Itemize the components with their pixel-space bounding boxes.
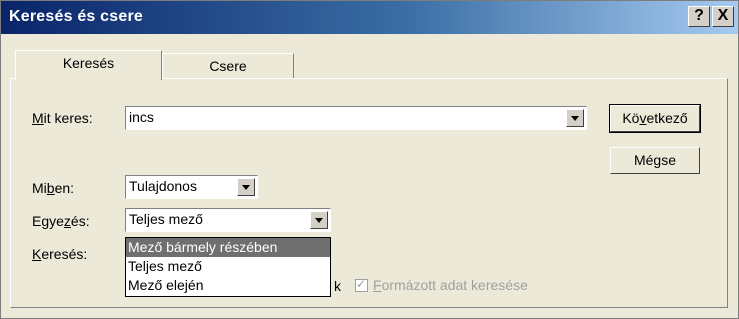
close-button[interactable]: X (712, 6, 734, 27)
find-input[interactable]: incs (125, 106, 587, 130)
dialog-title: Keresés és csere (9, 8, 143, 25)
format-checkbox[interactable] (355, 277, 368, 292)
find-next-button[interactable]: Következő (609, 104, 701, 133)
cancel-button[interactable]: Mégse (610, 147, 700, 174)
format-checkbox-label: Formázott adat keresése (373, 277, 528, 293)
partial-label: k (334, 278, 341, 294)
look-in-label: Miben: (32, 180, 75, 196)
tab-replace[interactable]: Csere (162, 53, 294, 79)
find-dropdown-button[interactable] (566, 109, 584, 127)
match-select[interactable]: Teljes mező (125, 208, 331, 232)
look-in-value: Tulajdonos (129, 178, 197, 194)
title-bar[interactable]: Keresés és csere ? X (1, 1, 738, 34)
help-button[interactable]: ? (688, 6, 710, 27)
find-label: Mit keres: (32, 110, 93, 126)
match-options-list[interactable]: Mező bármely részében Teljes mező Mező e… (125, 237, 331, 297)
option-start-of-field[interactable]: Mező elején (126, 276, 330, 295)
tab-find[interactable]: Keresés (15, 50, 162, 80)
match-label: Egyezés: (32, 213, 90, 229)
search-direction-label: Keresés: (32, 246, 88, 262)
look-in-dropdown-button[interactable] (237, 178, 255, 196)
option-whole-field[interactable]: Teljes mező (126, 257, 330, 276)
match-dropdown-button[interactable] (310, 211, 328, 229)
option-any-part[interactable]: Mező bármely részében (126, 238, 330, 257)
find-replace-dialog: Keresés és csere ? X Keresés Csere Mit k… (0, 0, 739, 319)
match-value: Teljes mező (129, 211, 203, 227)
find-input-value: incs (129, 109, 154, 125)
look-in-select[interactable]: Tulajdonos (125, 175, 258, 199)
